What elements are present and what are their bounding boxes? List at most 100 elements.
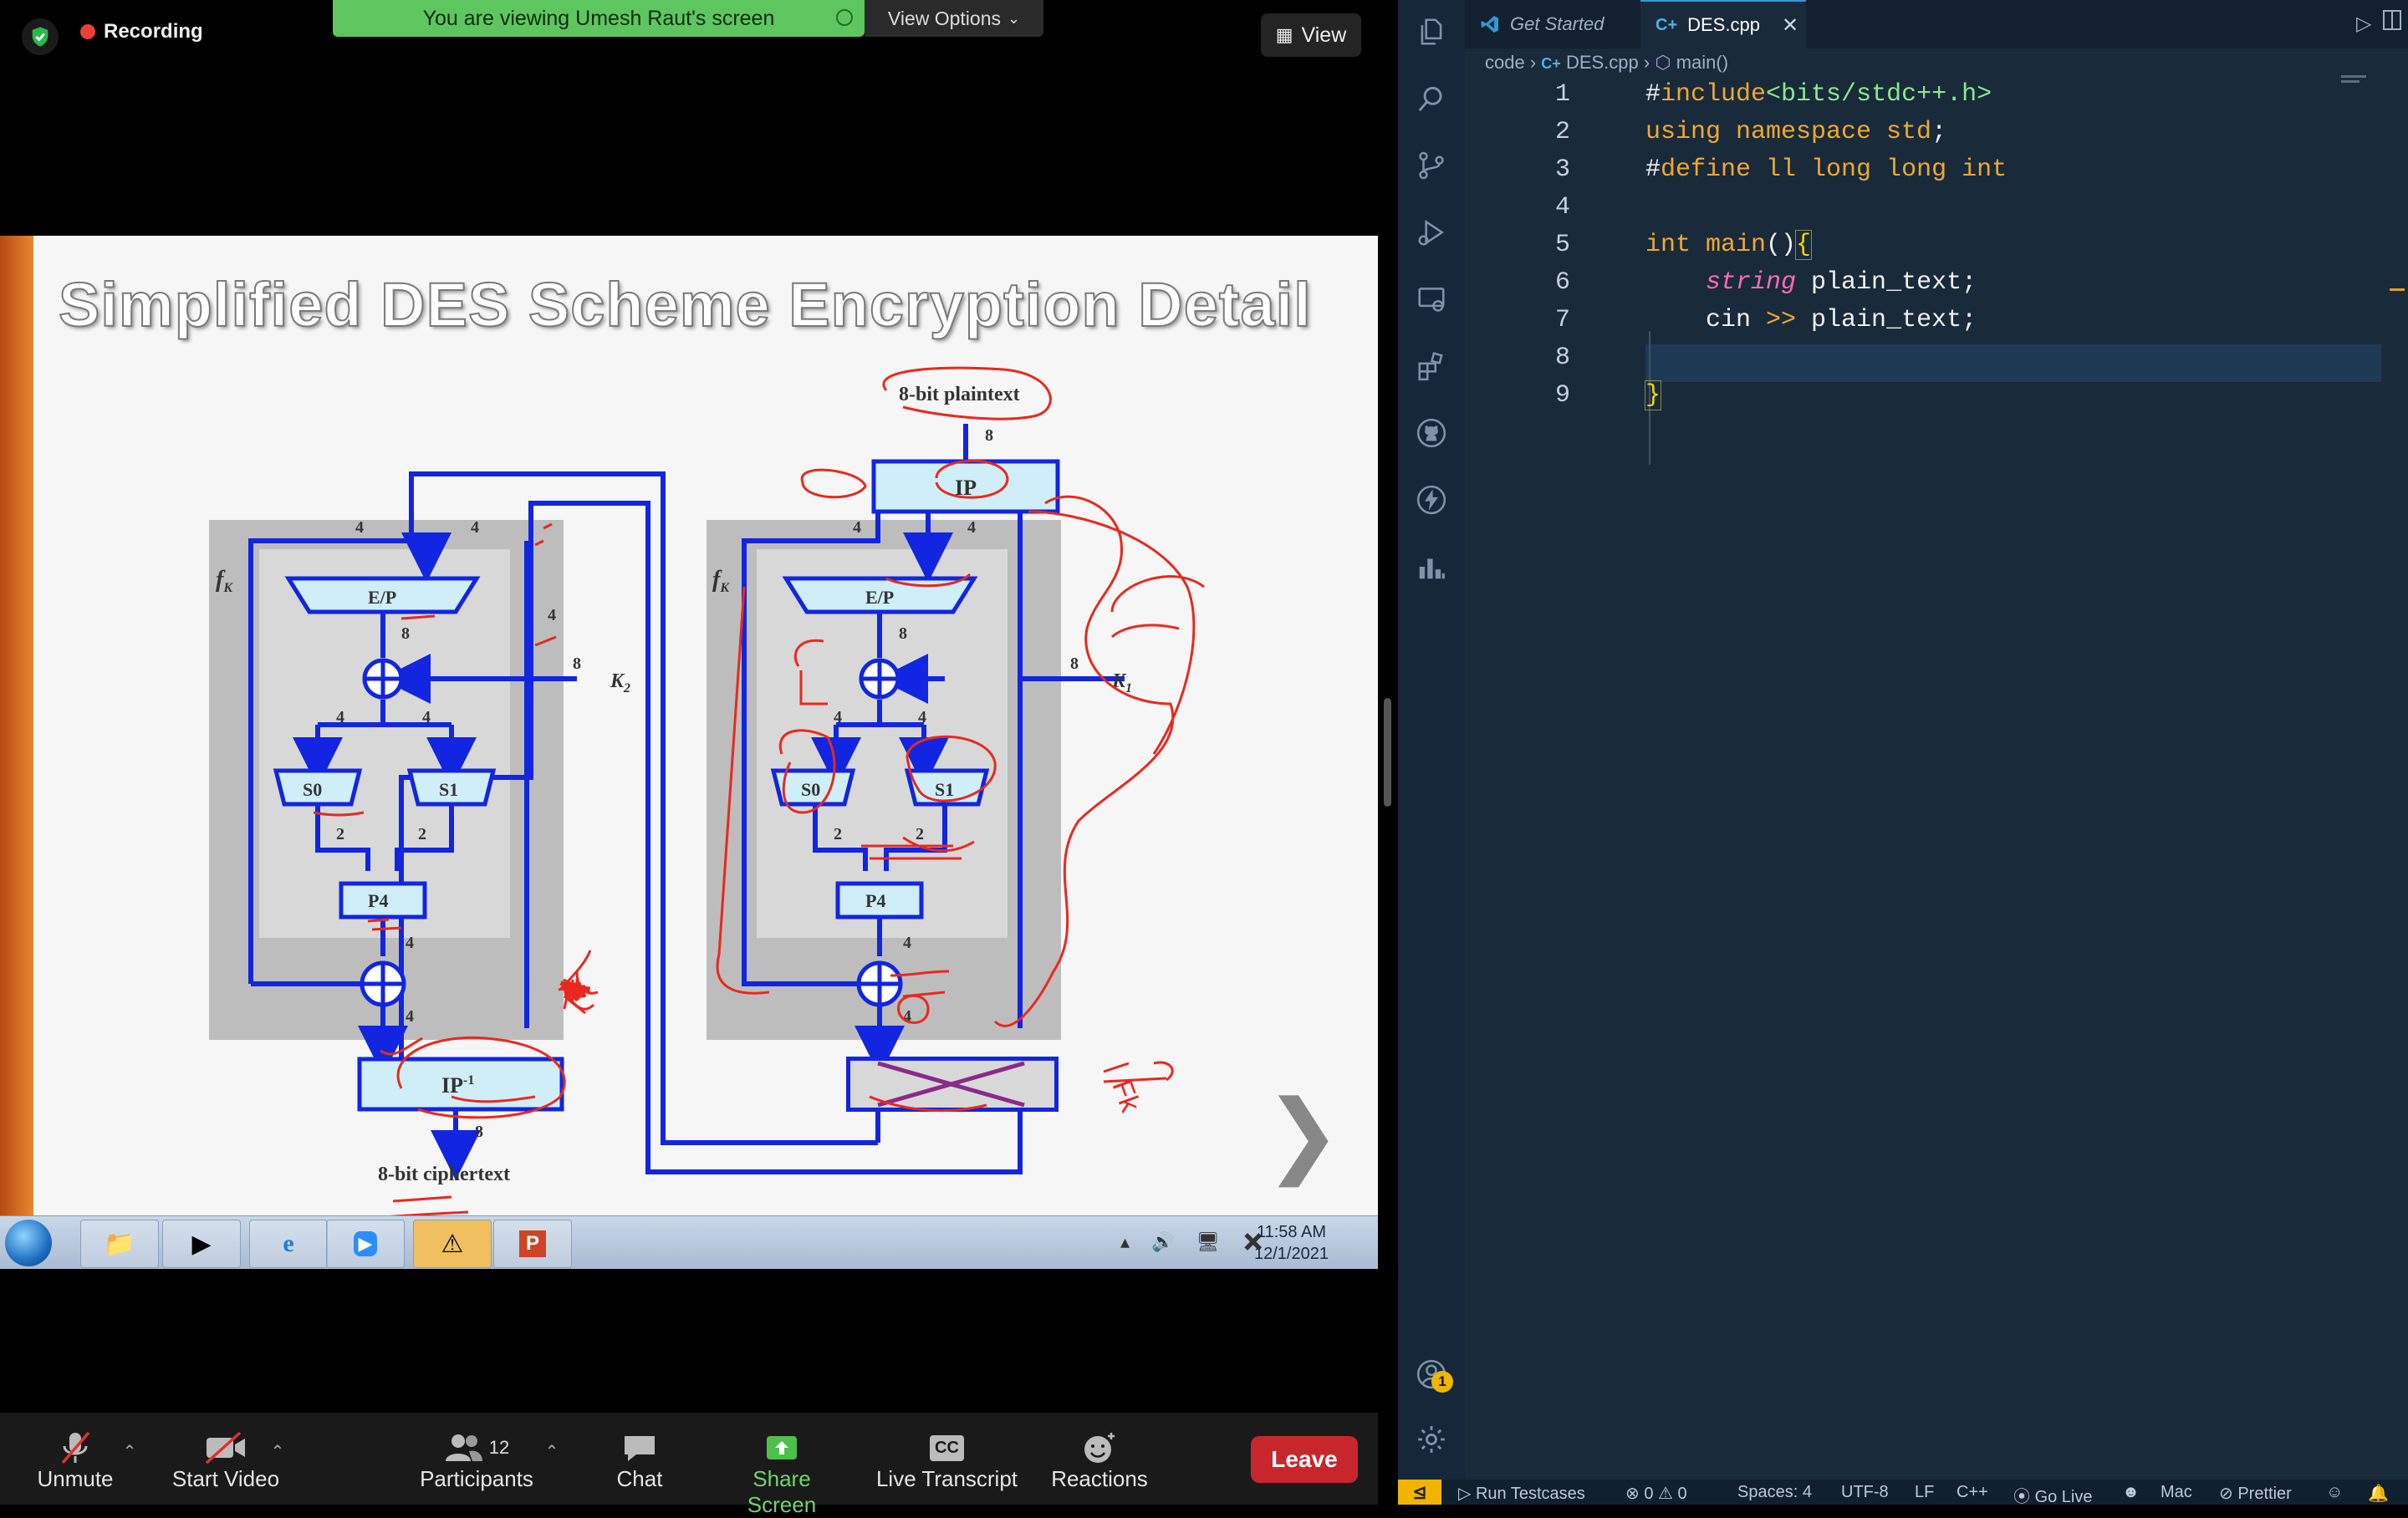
closed-caption-icon: CC [870,1429,1024,1466]
eol-setting[interactable]: LF [1915,1483,1934,1502]
code-text: using namespace std; [1645,118,1947,146]
chat-button[interactable]: Chat [602,1429,677,1492]
code-line[interactable]: 5 int main(){ [1465,230,2408,268]
reactions-button[interactable]: Reactions [1049,1429,1150,1492]
tab-get-started[interactable]: Get Started [1465,0,1640,48]
code-line[interactable]: 9 } [1465,380,2408,419]
share-screen-button[interactable]: Share Screen [719,1429,844,1518]
breadcrumb-file[interactable]: DES.cpp [1566,52,1639,73]
lightning-icon[interactable] [1398,475,1465,525]
system-clock[interactable]: 11:58 AM 12/1/2021 [1254,1221,1329,1265]
explorer-icon[interactable] [1398,7,1465,57]
prettier-button[interactable]: ⊘ Prettier [2219,1483,2292,1504]
code-text: cin >> plain_text; [1645,306,1977,334]
notifications-bell-icon[interactable]: 🔔 [2368,1483,2389,1504]
feedback-icon[interactable]: ☺ [2326,1483,2343,1502]
svg-text:4: 4 [355,518,364,537]
participants-options-chevron-icon[interactable]: ⌃ [543,1441,560,1462]
cc-text: CC [930,1434,964,1461]
zoom-window: Recording You are viewing Umesh Raut's s… [0,0,1378,1517]
recording-label: Recording [104,20,203,43]
search-icon[interactable] [1398,74,1465,124]
github-icon[interactable] [1398,408,1465,458]
split-scroll-handle[interactable] [1384,698,1391,807]
remote-explorer-icon[interactable] [1398,274,1465,324]
p4-label-left: P4 [368,890,388,911]
code-line[interactable]: 2 using namespace std; [1465,118,2408,155]
breadcrumb-folder[interactable]: code [1485,52,1525,73]
media-player-icon[interactable]: ▶ [162,1220,241,1268]
warning-app-icon[interactable]: ⚠ [413,1220,492,1268]
close-tab-icon[interactable]: ✕ [1782,13,1798,38]
problems-indicator[interactable]: ⊗ 0 ⚠ 0 [1625,1483,1687,1504]
grid-view-icon: ▦ [1275,24,1293,45]
next-slide-arrow-icon[interactable]: ❯ [1264,1080,1341,1187]
code-line[interactable]: 1 #include<bits/stdc++.h> [1465,80,2408,118]
stats-bar-chart-icon[interactable] [1398,542,1465,592]
svg-text:4: 4 [471,518,479,537]
run-file-icon[interactable]: ▷ [2356,12,2371,36]
minimap[interactable] [2341,75,2375,92]
code-line[interactable]: 4 [1465,193,2408,231]
account-icon[interactable] [1398,1349,1465,1399]
breadcrumb-symbol[interactable]: main() [1676,52,1728,73]
live-transcript-label: Live Transcript [875,1466,1018,1491]
view-button[interactable]: ▦ View [1261,13,1361,57]
internet-explorer-icon[interactable]: e [249,1220,328,1268]
video-options-chevron-icon[interactable]: ⌃ [269,1441,286,1462]
banner-status-icon [836,9,853,26]
indentation-setting[interactable]: Spaces: 4 [1737,1483,1812,1502]
remote-indicator-icon[interactable]: ⊴ [1398,1480,1441,1505]
start-button-icon[interactable] [5,1220,52,1266]
breadcrumb-cpp-icon: C+ [1541,55,1561,72]
extensions-icon[interactable] [1398,341,1465,391]
zoom-toolbar: Unmute ⌃ Start Video ⌃ 12 Participants ⌃… [0,1413,1378,1517]
leave-button[interactable]: Leave [1251,1436,1358,1483]
cpp-file-icon: C+ [1656,15,1678,34]
ep-label-right: E/P [865,587,894,608]
k2-label: K2 [610,670,630,695]
os-indicator[interactable]: Mac [2161,1483,2192,1502]
view-options-button[interactable]: View Options ⌄ [865,0,1043,37]
ciphertext-label: 8-bit ciphertext [378,1164,510,1185]
viewing-screen-banner: You are viewing Umesh Raut's screen [333,0,865,37]
unmute-label: Unmute [37,1466,114,1491]
svg-text:4: 4 [548,606,556,624]
run-debug-icon[interactable] [1398,207,1465,257]
code-line[interactable]: 7 cin >> plain_text; [1465,306,2408,344]
code-line[interactable]: 8 [1465,344,2408,381]
copilot-icon[interactable]: ☻ [2122,1483,2140,1502]
language-mode[interactable]: C++ [1956,1483,1988,1502]
security-shield-icon[interactable] [22,18,59,55]
view-options-label: View Options [887,7,1001,29]
code-line[interactable]: 6 string plain_text; [1465,268,2408,306]
file-explorer-icon[interactable]: 📁 [80,1220,159,1268]
reactions-label: Reactions [1051,1466,1148,1491]
source-control-icon[interactable] [1398,140,1465,191]
unmute-button[interactable]: Unmute [25,1429,125,1492]
run-testcases-button[interactable]: ▷ Run Testcases [1458,1483,1585,1504]
svg-text:8: 8 [899,624,907,643]
code-line[interactable]: 3 #define ll long long int [1465,155,2408,193]
start-video-button[interactable]: Start Video [167,1429,284,1492]
powerpoint-icon[interactable]: P [493,1220,572,1268]
participants-button[interactable]: 12 Participants [418,1429,535,1492]
split-editor-icon[interactable] [2383,10,2401,30]
tray-icons[interactable]: ▴ 🔊 🖥 ✖ [1120,1231,1273,1253]
settings-gear-icon[interactable] [1398,1414,1465,1465]
run-testcases-label: Run Testcases [1475,1485,1585,1503]
warning-count: 0 [1677,1485,1687,1503]
svg-text:8: 8 [475,1123,483,1141]
recording-indicator[interactable]: Recording [80,20,203,43]
live-transcript-button[interactable]: CC Live Transcript [870,1429,1024,1492]
go-live-button[interactable]: ⦿ Go Live [2013,1483,2093,1507]
start-video-label: Start Video [171,1466,280,1491]
tab-des-cpp[interactable]: C+ DES.cpp ✕ [1640,0,1806,48]
activity-bar: 1 [1398,0,1465,1480]
zoom-app-icon[interactable]: ▶ [326,1220,405,1268]
code-text: } [1644,380,1662,410]
line-number: 8 [1554,344,1570,372]
code-text: int main(){ [1645,230,1813,260]
unmute-options-chevron-icon[interactable]: ⌃ [121,1441,138,1462]
encoding-setting[interactable]: UTF-8 [1841,1483,1889,1502]
